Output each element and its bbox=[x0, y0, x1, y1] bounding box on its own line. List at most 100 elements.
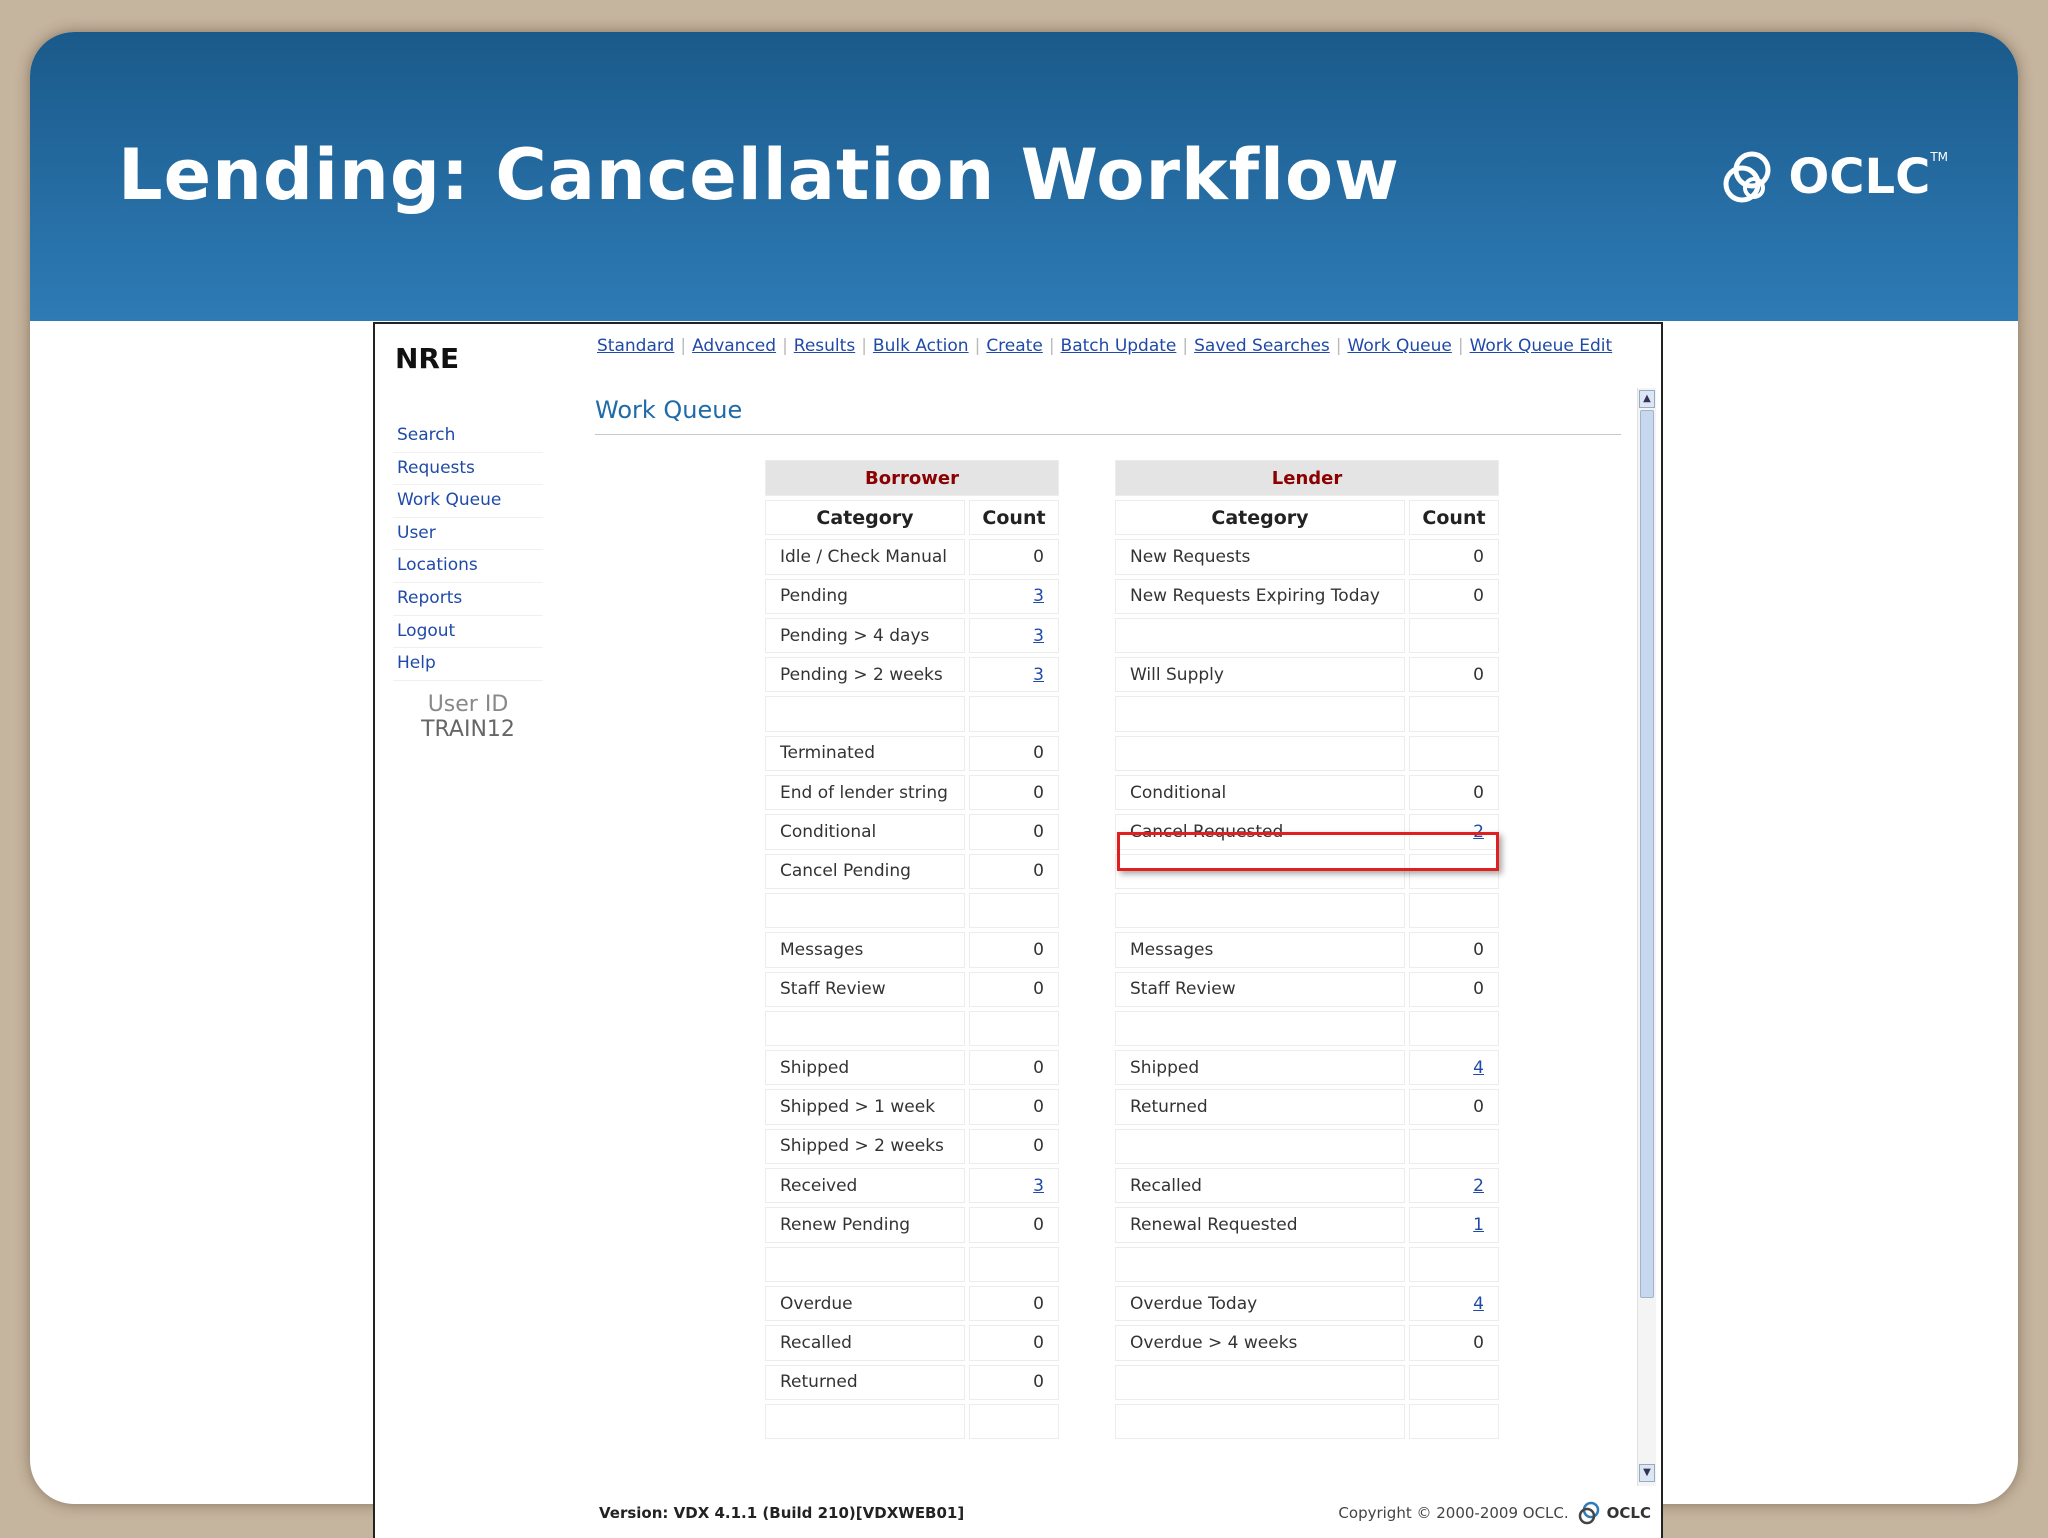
scroll-up-icon[interactable]: ▲ bbox=[1639, 390, 1655, 408]
borrower-row: Conditional 0 bbox=[765, 814, 1059, 850]
lender-count-cell bbox=[1409, 696, 1499, 732]
left-nav-item-requests[interactable]: Requests bbox=[393, 453, 543, 486]
lender-count-cell: 0 bbox=[1409, 539, 1499, 575]
lender-category-cell bbox=[1115, 617, 1405, 654]
borrower-category-cell: Pending > 4 days bbox=[765, 617, 965, 654]
left-nav-item-user[interactable]: User bbox=[393, 518, 543, 551]
borrower-row bbox=[765, 1403, 1059, 1440]
left-nav: Search Requests Work Queue User Locations Rep… bbox=[393, 420, 543, 681]
lender-row bbox=[1115, 1403, 1499, 1440]
borrower-category-cell: Shipped > 2 weeks bbox=[765, 1128, 965, 1165]
lender-category-cell bbox=[1115, 892, 1405, 929]
borrower-count-cell bbox=[969, 696, 1059, 732]
top-nav-link-work-queue[interactable]: Work Queue bbox=[1348, 336, 1452, 356]
borrower-table: Borrower Category Count Idle / Check Man… bbox=[761, 456, 1063, 1443]
oclc-logo-icon bbox=[1723, 151, 1771, 203]
borrower-count-cell: 0 bbox=[969, 932, 1059, 968]
top-nav-link-saved-searches[interactable]: Saved Searches bbox=[1194, 336, 1330, 356]
lender-row bbox=[1115, 1010, 1499, 1047]
cancel-requested-highlight bbox=[1117, 832, 1499, 871]
user-id-label: User ID bbox=[427, 692, 509, 717]
lender-count-cell: 0 bbox=[1409, 578, 1499, 614]
lender-title: Lender bbox=[1115, 460, 1499, 496]
lender-count-link[interactable]: 2 bbox=[1409, 1168, 1499, 1204]
borrower-count-cell: 0 bbox=[969, 971, 1059, 1007]
borrower-count-link[interactable]: 3 bbox=[969, 578, 1059, 614]
borrower-count-cell: 0 bbox=[969, 853, 1059, 889]
scrollbar-thumb[interactable] bbox=[1640, 410, 1654, 1298]
top-nav-link-batch-update[interactable]: Batch Update bbox=[1061, 336, 1177, 356]
top-nav-separator: | bbox=[974, 336, 981, 356]
app-window: NRE Standard | Advanced | Results | Bulk Actio… bbox=[373, 322, 1663, 1538]
borrower-count-link[interactable]: 3 bbox=[969, 617, 1059, 654]
lender-row bbox=[1115, 696, 1499, 732]
borrower-count-cell: 0 bbox=[969, 1128, 1059, 1165]
lender-count-cell: 0 bbox=[1409, 657, 1499, 693]
lender-category-cell: Will Supply bbox=[1115, 657, 1405, 693]
lender-count-cell: 0 bbox=[1409, 775, 1499, 811]
borrower-count-link[interactable]: 3 bbox=[969, 1168, 1059, 1204]
lender-count-cell bbox=[1409, 1246, 1499, 1282]
lender-row bbox=[1115, 1364, 1499, 1400]
oclc-logo-tm: TM bbox=[1930, 150, 1948, 164]
lender-row bbox=[1115, 735, 1499, 772]
borrower-category-cell: End of lender string bbox=[765, 775, 965, 811]
vertical-scrollbar[interactable]: ▲ ▼ bbox=[1637, 388, 1656, 1486]
borrower-category-cell: Renew Pending bbox=[765, 1207, 965, 1243]
borrower-row: Shipped 0 bbox=[765, 1050, 1059, 1086]
top-nav-link-standard[interactable]: Standard bbox=[597, 336, 674, 356]
borrower-row: Messages 0 bbox=[765, 932, 1059, 968]
top-nav-link-create[interactable]: Create bbox=[986, 336, 1043, 356]
left-nav-item-locations[interactable]: Locations bbox=[393, 550, 543, 583]
borrower-count-cell: 0 bbox=[969, 735, 1059, 772]
borrower-row: Overdue 0 bbox=[765, 1285, 1059, 1322]
borrower-title: Borrower bbox=[765, 460, 1059, 496]
lender-count-link[interactable]: 4 bbox=[1409, 1050, 1499, 1086]
top-nav-separator: | bbox=[861, 336, 867, 356]
lender-category-cell: Shipped bbox=[1115, 1050, 1405, 1086]
borrower-category-cell: Conditional bbox=[765, 814, 965, 850]
lender-category-cell bbox=[1115, 1128, 1405, 1165]
left-nav-item-search[interactable]: Search bbox=[393, 420, 543, 453]
borrower-row: Recalled 0 bbox=[765, 1325, 1059, 1361]
lender-row: New Requests 0 bbox=[1115, 539, 1499, 575]
lender-count-cell: 0 bbox=[1409, 1089, 1499, 1125]
borrower-count-link[interactable]: 3 bbox=[969, 657, 1059, 693]
lender-count-cell bbox=[1409, 1364, 1499, 1400]
top-nav-link-bulk-action[interactable]: Bulk Action bbox=[873, 336, 969, 356]
borrower-row: Idle / Check Manual 0 bbox=[765, 539, 1059, 575]
scroll-down-icon[interactable]: ▼ bbox=[1639, 1464, 1655, 1482]
lender-row bbox=[1115, 892, 1499, 929]
lender-count-cell bbox=[1409, 735, 1499, 772]
borrower-category-cell bbox=[765, 1246, 965, 1282]
lender-count-link[interactable]: 4 bbox=[1409, 1285, 1499, 1322]
left-nav-item-logout[interactable]: Logout bbox=[393, 616, 543, 649]
oclc-logo: OCLC TM bbox=[1716, 144, 1948, 210]
borrower-category-cell: Pending > 2 weeks bbox=[765, 657, 965, 693]
lender-category-cell: Recalled bbox=[1115, 1168, 1405, 1204]
borrower-count-cell bbox=[969, 1010, 1059, 1047]
borrower-count-cell: 0 bbox=[969, 1050, 1059, 1086]
borrower-category-cell: Shipped bbox=[765, 1050, 965, 1086]
lender-row: Will Supply 0 bbox=[1115, 657, 1499, 693]
borrower-category-cell bbox=[765, 1010, 965, 1047]
top-nav-separator: | bbox=[680, 336, 687, 356]
borrower-row bbox=[765, 696, 1059, 732]
top-nav-link-work-queue-edit[interactable]: Work Queue Edit bbox=[1470, 336, 1613, 356]
top-nav-link-results[interactable]: Results bbox=[794, 336, 855, 356]
borrower-col-category: Category bbox=[765, 500, 965, 536]
title-divider bbox=[595, 434, 1621, 435]
borrower-row: Shipped > 1 week 0 bbox=[765, 1089, 1059, 1125]
lender-count-link[interactable]: 1 bbox=[1409, 1207, 1499, 1243]
lender-category-cell: Staff Review bbox=[1115, 971, 1405, 1007]
borrower-col-count: Count bbox=[969, 500, 1059, 536]
lender-col-category: Category bbox=[1115, 500, 1405, 536]
left-nav-item-help[interactable]: Help bbox=[393, 648, 543, 681]
left-nav-item-work-queue[interactable]: Work Queue bbox=[393, 485, 543, 518]
app-brand: NRE bbox=[395, 342, 460, 375]
lender-row bbox=[1115, 1246, 1499, 1282]
left-nav-item-reports[interactable]: Reports bbox=[393, 583, 543, 616]
lender-category-cell bbox=[1115, 1364, 1405, 1400]
top-nav-link-advanced[interactable]: Advanced bbox=[692, 336, 776, 356]
borrower-category-cell: Received bbox=[765, 1168, 965, 1204]
